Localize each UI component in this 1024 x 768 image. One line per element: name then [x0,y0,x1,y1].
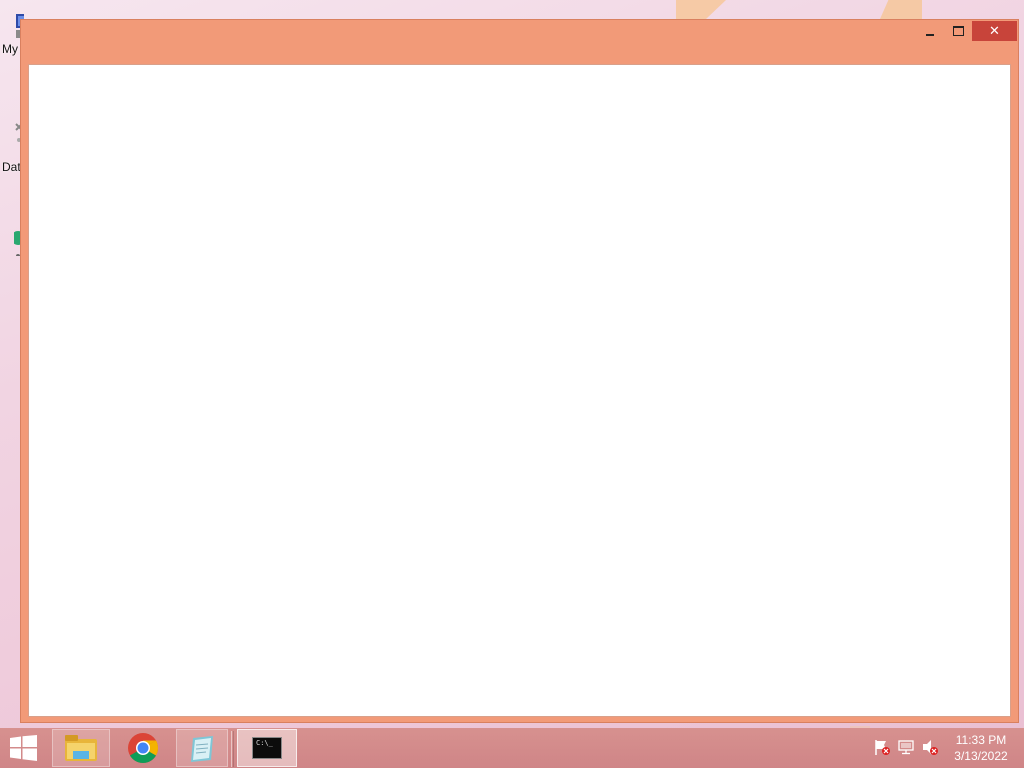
wallpaper-shape [676,0,726,19]
start-button[interactable] [0,729,48,767]
wallpaper-shape [880,0,922,19]
desktop: My Dat ✕ C:\_ 11:33 PM 3/13/2022 [0,0,1024,768]
close-button[interactable]: ✕ [972,21,1017,41]
network-icon[interactable] [897,738,915,756]
taskbar-file-explorer[interactable] [52,729,110,767]
clock-time: 11:33 PM [955,733,1007,747]
minimize-button[interactable] [917,21,943,41]
action-center-flag-icon[interactable] [873,738,891,756]
app-window[interactable]: ✕ [20,19,1019,723]
windows-logo-icon [10,735,37,761]
taskbar-chrome[interactable] [114,729,172,767]
window-client-area[interactable] [28,64,1011,717]
maximize-button[interactable] [945,21,971,41]
cmd-icon: C:\_ [252,737,282,759]
window-titlebar[interactable]: ✕ [21,20,1018,64]
folder-icon [65,735,97,761]
taskbar-notes[interactable] [176,729,228,767]
maximize-icon [953,26,964,36]
taskbar-clock[interactable]: 11:33 PM 3/13/2022 [948,732,1014,764]
taskbar-separator [231,731,234,767]
notes-icon [191,736,213,762]
cmd-icon-text: C:\_ [256,739,273,747]
taskbar-command-prompt[interactable]: C:\_ [237,729,297,767]
taskbar: C:\_ 11:33 PM 3/13/2022 [0,728,1024,768]
minimize-icon [926,34,934,36]
close-icon: ✕ [989,23,1000,38]
clock-date: 3/13/2022 [954,749,1008,763]
chrome-icon [128,733,159,763]
volume-muted-icon[interactable] [921,738,939,756]
